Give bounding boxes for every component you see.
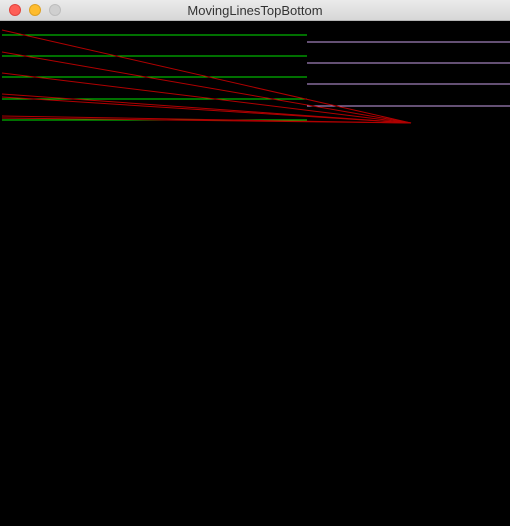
- window-title: MovingLinesTopBottom: [187, 3, 323, 18]
- app-window: MovingLinesTopBottom: [0, 0, 510, 526]
- title-bar[interactable]: MovingLinesTopBottom: [0, 0, 510, 21]
- lines-scene: [1, 29, 510, 124]
- drawing-canvas: [0, 21, 510, 526]
